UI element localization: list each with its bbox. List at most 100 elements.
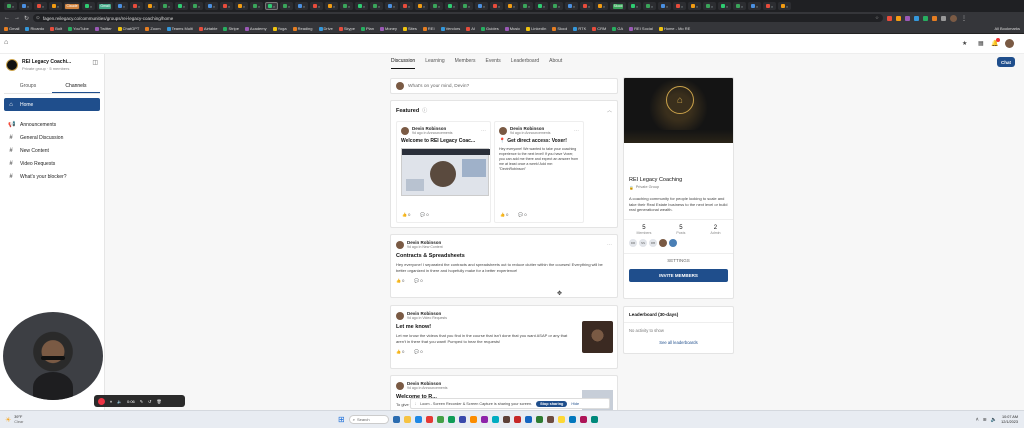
browser-tab[interactable]: × [325,2,338,10]
sidebar-item-general-discussion[interactable]: # General Discussion [0,131,104,144]
sidebar-item-what-s-your-blocker[interactable]: # What's your blocker? [0,170,104,183]
clock-time[interactable]: 10:07 AM [1001,415,1018,420]
bookmark-item[interactable]: REI [422,26,435,31]
browser-tab[interactable]: × [250,2,263,10]
tab-members[interactable]: Members [455,58,476,69]
like-button[interactable]: 👍 0 [396,278,404,283]
close-tab-icon[interactable]: × [57,4,59,9]
browser-tab[interactable]: × [310,2,323,10]
bookmark-item[interactable]: Twitter [94,26,112,31]
video-thumbnail[interactable] [582,321,613,353]
group-header[interactable]: REI Legacy Coachi... Private group · 5 m… [0,54,104,76]
browser-tab[interactable]: × [475,2,488,10]
close-tab-icon[interactable]: × [558,4,560,9]
close-tab-icon[interactable]: × [696,4,698,9]
bookmark-item[interactable]: ChatGPT [117,26,139,31]
all-bookmarks[interactable]: All Bookmarks [990,26,1020,31]
close-tab-icon[interactable]: × [771,4,773,9]
restart-icon[interactable]: ↺ [148,399,151,404]
close-tab-icon[interactable]: × [12,4,14,9]
comment-button[interactable]: 💬 0 [420,212,428,217]
close-tab-icon[interactable]: × [636,4,638,9]
bookmark-star-icon[interactable]: ☆ [875,15,879,21]
browser-tab[interactable]: × [778,2,791,10]
tab-about[interactable]: About [549,58,562,69]
bookmark-item[interactable]: Sites [403,26,417,31]
taskbar-app-icon[interactable] [392,416,400,423]
sidebar-item-new-content[interactable]: # New Content [0,144,104,157]
video-thumbnail[interactable] [401,148,490,196]
sidebar-item-home[interactable]: ⌂ Home [4,98,100,111]
browser-tab[interactable]: × [550,2,563,10]
user-avatar[interactable] [1005,39,1014,48]
post-card[interactable]: Devin Robinson 9d ago in New Content ⋯ C… [390,234,618,298]
browser-tab[interactable]: × [718,2,731,10]
bookmark-item[interactable]: AI [466,26,475,31]
browser-tab[interactable]: × [703,2,716,10]
member-avatar[interactable]: SS [639,238,647,247]
extension-icon[interactable] [923,15,929,21]
browser-tab[interactable]: × [190,2,203,10]
browser-tab[interactable]: × [82,2,95,10]
close-tab-icon[interactable]: × [318,4,320,9]
taskbar-app-icon[interactable] [425,416,433,423]
close-tab-icon[interactable]: × [786,4,788,9]
browser-tab[interactable]: Claude [64,2,80,10]
grid-icon[interactable]: ▦ [978,40,984,47]
bookmark-item[interactable]: Drive [318,26,333,31]
browser-tab[interactable]: × [445,2,458,10]
close-tab-icon[interactable]: × [90,4,92,9]
like-button[interactable]: 👍 0 [500,212,508,217]
close-tab-icon[interactable]: × [588,4,590,9]
close-tab-icon[interactable]: × [408,4,410,9]
post-composer[interactable]: What's on your mind, Devin? [390,78,618,94]
close-tab-icon[interactable]: × [513,4,515,9]
browser-tab[interactable]: × [160,2,173,10]
member-avatar[interactable]: DR [629,238,637,247]
extension-icon[interactable] [914,15,920,21]
bookmark-item[interactable]: YouTube [68,26,89,31]
weather-icon[interactable]: ☀ [5,416,11,424]
bookmark-item[interactable]: Academy [244,26,267,31]
close-tab-icon[interactable]: × [741,4,743,9]
chat-button[interactable]: Chat [997,57,1015,67]
close-tab-icon[interactable]: × [393,4,395,9]
close-tab-icon[interactable]: × [138,4,140,9]
browser-tab[interactable]: × [580,2,593,10]
taskbar-app-icon[interactable] [436,416,444,423]
volume-icon[interactable]: 🔈 [991,417,997,423]
bookmark-item[interactable]: RTK [573,26,586,31]
close-tab-icon[interactable]: × [27,4,29,9]
browser-tab[interactable]: × [565,2,578,10]
sidebar-tab-groups[interactable]: Groups [4,80,52,93]
browser-tab[interactable]: × [628,2,641,10]
member-avatar[interactable]: RB [649,238,657,247]
browser-tab[interactable]: × [763,2,776,10]
pause-icon[interactable]: ⏸ [110,399,112,404]
sidebar-item-announcements[interactable]: 📢 Announcements [0,118,104,131]
tab-events[interactable]: Events [486,58,501,69]
bookmark-item[interactable]: Skype [338,26,355,31]
stop-record-icon[interactable] [98,397,105,405]
close-tab-icon[interactable]: × [378,4,380,9]
extension-icon[interactable] [932,15,938,21]
browser-tab[interactable]: × [430,2,443,10]
mute-icon[interactable]: 🔈 [117,399,122,404]
tab-discussion[interactable]: Discussion [391,58,416,69]
reload-icon[interactable]: ↻ [24,15,29,22]
close-tab-icon[interactable]: × [573,4,575,9]
extension-icon[interactable] [887,15,893,21]
close-tab-icon[interactable]: × [756,4,758,9]
close-tab-icon[interactable]: × [243,4,245,9]
address-bar[interactable]: ⊙ fagen.reilegacy.co/communities/groups/… [33,14,884,22]
close-tab-icon[interactable]: × [681,4,683,9]
taskbar-app-icon[interactable] [557,416,565,423]
comment-button[interactable]: 💬 0 [518,212,526,217]
tray-chevron-icon[interactable]: ˄ [976,417,979,423]
bookmark-item[interactable]: REI Social [629,26,653,31]
browser-tab[interactable]: × [595,2,608,10]
bookmark-item[interactable]: GA [612,26,623,31]
browser-tab[interactable]: × [49,2,62,10]
close-tab-icon[interactable]: × [303,4,305,9]
taskbar-app-icon[interactable] [469,416,477,423]
